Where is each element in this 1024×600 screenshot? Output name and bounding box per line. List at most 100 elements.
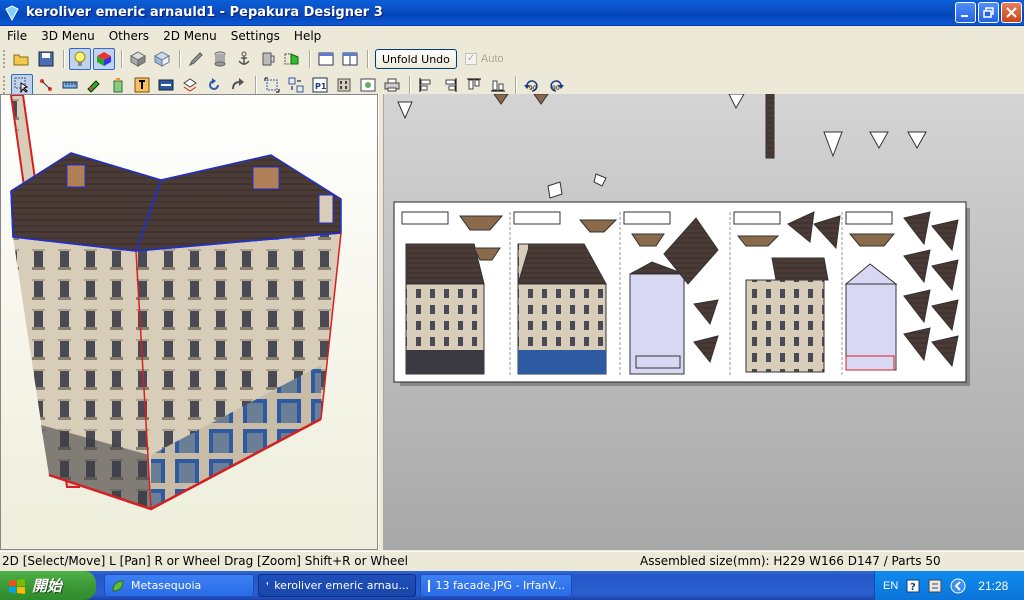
pencil-button[interactable]	[185, 48, 207, 70]
printer-icon	[384, 78, 400, 91]
task-label: keroliver emeric arnau...	[274, 579, 409, 592]
window-split-icon	[342, 52, 358, 66]
image-strip-icon	[158, 79, 174, 90]
box-button[interactable]	[151, 48, 173, 70]
floppy-icon	[38, 51, 54, 67]
cylinder-button[interactable]	[209, 48, 231, 70]
part-icon	[262, 52, 275, 66]
align-top-icon	[467, 78, 481, 89]
join-tool-button[interactable]	[35, 74, 57, 96]
menu-settings[interactable]: Settings	[224, 29, 287, 43]
3d-building-model	[9, 95, 342, 511]
color-cube-icon	[97, 52, 111, 66]
dual-window-button[interactable]	[339, 48, 361, 70]
move-parts-icon	[183, 77, 197, 92]
menu-bar: File 3D Menu Others 2D Menu Settings Hel…	[0, 27, 1024, 45]
status-hint: 2D [Select/Move] L [Pan] R or Wheel Drag…	[2, 554, 408, 568]
blue-box-icon	[154, 51, 170, 67]
unfold-undo-button[interactable]: Unfold Undo	[375, 49, 457, 69]
toolbar-separator	[367, 50, 369, 68]
save-button[interactable]	[35, 48, 57, 70]
align-bottom-icon	[491, 80, 505, 91]
2d-view-pane[interactable]	[384, 94, 1024, 550]
window-title: keroliver emeric arnauld1 - Pepakura Des…	[26, 5, 383, 20]
glue-button[interactable]	[107, 74, 129, 96]
picture-icon	[360, 78, 376, 91]
start-button[interactable]: 開始	[0, 571, 96, 600]
task-pepakura[interactable]: keroliver emeric arnau...	[258, 574, 416, 597]
align-top-button[interactable]	[463, 74, 485, 96]
rotate-cw-90-button[interactable]: 90	[545, 74, 567, 96]
toolbar-separator	[515, 75, 517, 94]
folder-open-icon	[13, 54, 29, 66]
toolbar-separator	[179, 50, 181, 68]
task-label: 13 facade.JPG - IrfanV...	[435, 579, 565, 592]
align-right-button[interactable]	[439, 74, 461, 96]
menu-file[interactable]: File	[0, 29, 34, 43]
auto-checkbox[interactable]: ✓ Auto	[464, 53, 504, 65]
assembled-size-text: Assembled size(mm): H229 W166 D147 / Par…	[640, 554, 941, 568]
pencil-icon	[188, 52, 203, 67]
rotate-cw-90-icon: 90	[550, 79, 564, 92]
cube-view-button[interactable]	[127, 48, 149, 70]
menu-help[interactable]: Help	[287, 29, 328, 43]
toolbar-separator	[121, 50, 123, 68]
anchor-button[interactable]	[233, 48, 255, 70]
minimize-button[interactable]	[955, 2, 976, 23]
show-hidden-icons-chevron-icon[interactable]	[950, 578, 966, 594]
texture-map-button[interactable]	[333, 74, 355, 96]
ime-icon[interactable]	[928, 579, 942, 593]
help-icon[interactable]: ?	[906, 579, 920, 593]
align-right-icon	[445, 77, 457, 92]
rotate-ccw-90-button[interactable]: 90	[521, 74, 543, 96]
svg-text:?: ?	[910, 582, 916, 593]
join-edges-icon	[40, 78, 52, 91]
redo-button[interactable]	[227, 74, 249, 96]
paint-button[interactable]	[83, 74, 105, 96]
texture-button[interactable]	[93, 48, 115, 70]
part-button[interactable]	[257, 48, 279, 70]
green-piece-icon	[284, 53, 299, 65]
image-button[interactable]	[155, 74, 177, 96]
arrange-button[interactable]	[285, 74, 307, 96]
restore-icon	[983, 7, 994, 18]
fit-view-button[interactable]	[261, 74, 283, 96]
clock[interactable]: 21:28	[978, 579, 1008, 593]
close-button[interactable]	[1001, 2, 1022, 23]
rotate-ccw-90-icon: 90	[524, 79, 538, 92]
move-parts-button[interactable]	[179, 74, 201, 96]
restore-button[interactable]	[978, 2, 999, 23]
title-bar: keroliver emeric arnauld1 - Pepakura Des…	[0, 0, 1024, 26]
3d-view-pane[interactable]	[0, 94, 378, 550]
toolbar-separator	[409, 75, 411, 94]
pepakura-icon	[266, 581, 269, 586]
toolbar-separator	[255, 75, 257, 94]
text-box-button[interactable]	[131, 74, 153, 96]
menu-3d[interactable]: 3D Menu	[34, 29, 102, 43]
language-indicator[interactable]: EN	[883, 580, 898, 592]
print-button[interactable]	[381, 74, 403, 96]
open-button[interactable]	[11, 48, 33, 70]
toolbar-grip[interactable]	[3, 50, 7, 68]
align-bottom-button[interactable]	[487, 74, 509, 96]
single-window-button[interactable]	[315, 48, 337, 70]
unfold-piece-button[interactable]	[281, 48, 303, 70]
page-setup-button[interactable]: P1	[309, 74, 331, 96]
picture-button[interactable]	[357, 74, 379, 96]
menu-others[interactable]: Others	[102, 29, 156, 43]
menu-2d[interactable]: 2D Menu	[156, 29, 224, 43]
toolbar-separator	[309, 50, 311, 68]
task-metasequoia[interactable]: Metasequoia	[104, 574, 254, 597]
toolbar-grip[interactable]	[3, 75, 7, 94]
svg-text:90: 90	[552, 85, 560, 92]
task-irfanview[interactable]: 13 facade.JPG - IrfanV...	[420, 574, 572, 597]
2d-unfolded-layout	[393, 94, 970, 386]
light-button[interactable]	[69, 48, 91, 70]
page-p1-icon: P1	[312, 77, 328, 92]
ruler-button[interactable]	[59, 74, 81, 96]
pepakura-app-icon	[5, 4, 19, 21]
align-left-button[interactable]	[415, 74, 437, 96]
select-tool-button[interactable]	[11, 73, 33, 96]
rotate-button[interactable]	[203, 74, 225, 96]
redo-arrow-icon	[232, 77, 244, 89]
